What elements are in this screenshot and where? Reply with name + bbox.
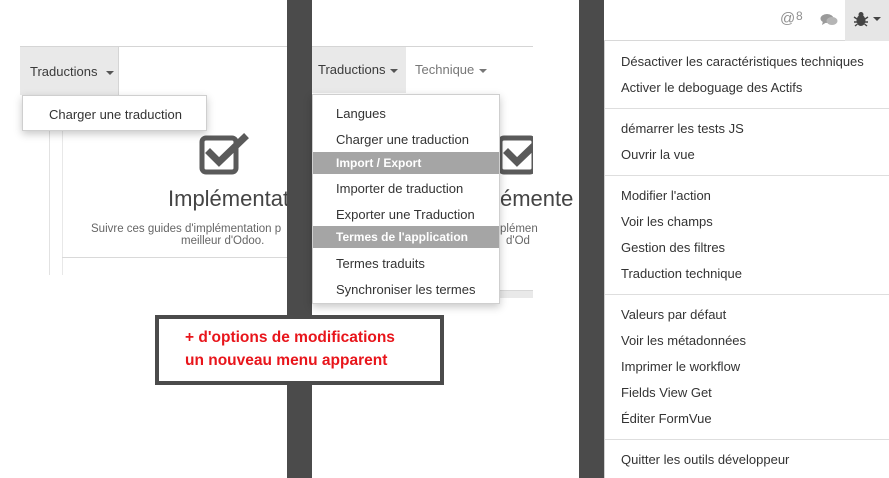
traductions-dropdown: Charger une traduction bbox=[22, 95, 207, 131]
chat-icon[interactable] bbox=[820, 13, 838, 27]
debug-menu-button[interactable] bbox=[845, 0, 889, 41]
traductions-dropdown: Langues Charger une traduction Import / … bbox=[312, 94, 500, 304]
implementation-description-2: meilleur d'Odoo. bbox=[181, 235, 265, 247]
traductions-menu-button[interactable]: Traductions bbox=[20, 47, 119, 95]
developer-tools-menu: Désactiver les caractéristiques techniqu… bbox=[604, 41, 889, 478]
menu-item-traduction-technique[interactable]: Traduction technique bbox=[621, 266, 742, 281]
menu-header-termes-application: Termes de l'application bbox=[313, 226, 499, 248]
menu-item-quitter-outils[interactable]: Quitter les outils développeur bbox=[621, 452, 789, 467]
checkbox-icon bbox=[497, 135, 533, 175]
implementation-title: Implémentat bbox=[168, 186, 290, 211]
menu-item-langues[interactable]: Langues bbox=[313, 100, 499, 126]
menu-item-termes-traduits[interactable]: Termes traduits bbox=[313, 250, 499, 276]
menu-item-importer-traduction[interactable]: Importer de traduction bbox=[313, 175, 499, 201]
mentions-count: 8 bbox=[796, 9, 803, 23]
traductions-menu-label: Traductions bbox=[30, 64, 98, 79]
checkbox-icon bbox=[199, 133, 249, 175]
menu-item-desactiver-techniques[interactable]: Désactiver les caractéristiques techniqu… bbox=[621, 54, 864, 69]
menu-item-gestion-filtres[interactable]: Gestion des filtres bbox=[621, 240, 725, 255]
menu-header-import-export: Import / Export bbox=[313, 152, 499, 174]
menu-divider bbox=[605, 175, 889, 176]
menu-item-valeurs-defaut[interactable]: Valeurs par défaut bbox=[621, 307, 726, 322]
panel-divider-2 bbox=[579, 0, 604, 478]
menu-item-modifier-action[interactable]: Modifier l'action bbox=[621, 188, 711, 203]
menu-divider bbox=[605, 294, 889, 295]
menu-item-tests-js[interactable]: démarrer les tests JS bbox=[621, 121, 744, 136]
menu-item-imprimer-workflow[interactable]: Imprimer le workflow bbox=[621, 359, 740, 374]
menu-item-voir-champs[interactable]: Voir les champs bbox=[621, 214, 713, 229]
traductions-menu-button[interactable]: Traductions bbox=[312, 47, 406, 93]
callout-line-1: + d'options de modifications bbox=[185, 329, 395, 346]
menu-item-activer-deboguage-actifs[interactable]: Activer le deboguage des Actifs bbox=[621, 80, 802, 95]
caret-down-icon bbox=[390, 69, 398, 73]
menu-item-voir-metadonnees[interactable]: Voir les métadonnées bbox=[621, 333, 746, 348]
implementation-title: émente bbox=[500, 186, 574, 211]
menu-item-charger-traduction[interactable]: Charger une traduction bbox=[49, 107, 206, 122]
card-divider bbox=[62, 257, 287, 258]
caret-down-icon bbox=[873, 17, 881, 21]
caret-down-icon bbox=[106, 71, 114, 75]
caret-down-icon bbox=[479, 69, 487, 73]
menu-item-charger-traduction[interactable]: Charger une traduction bbox=[313, 126, 499, 152]
menu-divider bbox=[605, 108, 889, 109]
menu-item-synchroniser-termes[interactable]: Synchroniser les termes bbox=[313, 276, 499, 302]
annotation-callout: + d'options de modifications un nouveau … bbox=[155, 315, 444, 385]
implementation-description-2: d'Od bbox=[506, 235, 530, 247]
callout-line-2: un nouveau menu apparent bbox=[185, 352, 388, 369]
menu-item-fields-view-get[interactable]: Fields View Get bbox=[621, 385, 712, 400]
technique-menu-label: Technique bbox=[415, 62, 475, 77]
menu-divider bbox=[605, 439, 889, 440]
traductions-menu-label: Traductions bbox=[318, 62, 386, 77]
menu-item-exporter-traduction[interactable]: Exporter une Traduction bbox=[313, 201, 499, 227]
panel-divider-1 bbox=[287, 0, 312, 478]
menu-item-ouvrir-vue[interactable]: Ouvrir la vue bbox=[621, 147, 695, 162]
at-icon: @ bbox=[780, 10, 796, 27]
menu-item-editer-formvue[interactable]: Éditer FormVue bbox=[621, 411, 712, 426]
bug-icon bbox=[853, 12, 869, 27]
